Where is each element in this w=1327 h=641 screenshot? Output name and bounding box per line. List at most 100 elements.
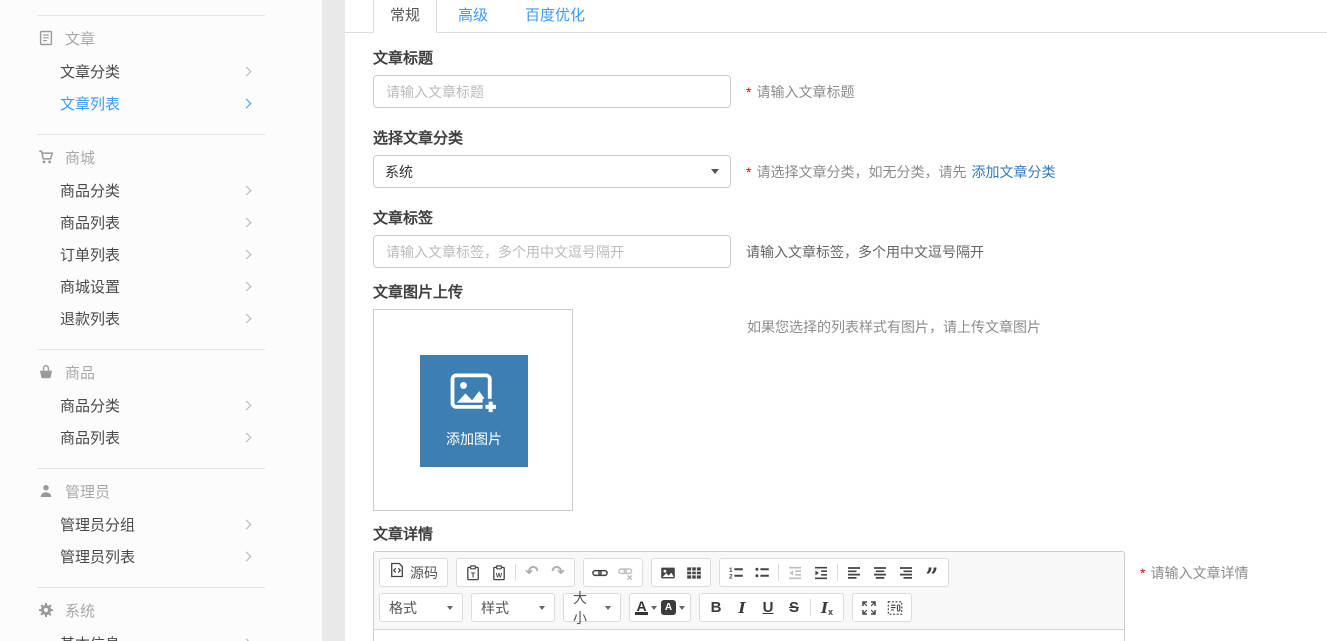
link-group: [583, 558, 643, 587]
color-group: A A: [629, 593, 691, 622]
outdent-button[interactable]: [782, 560, 808, 585]
undo-icon: ↶: [525, 565, 538, 581]
table-button[interactable]: [681, 560, 707, 585]
sidebar-item-goods-list[interactable]: 商品列表: [0, 206, 322, 238]
background-color-icon: A: [661, 600, 676, 615]
remove-format-button[interactable]: Ix: [814, 595, 840, 620]
sidebar-item-order-list[interactable]: 订单列表: [0, 238, 322, 270]
blockquote-button[interactable]: ”: [919, 560, 945, 585]
sidebar-group-admin: 管理员 管理员分组 管理员列表: [0, 474, 322, 572]
svg-text:2: 2: [729, 573, 733, 580]
sidebar-item-label: 订单列表: [60, 244, 120, 265]
background-color-button[interactable]: A: [659, 595, 687, 620]
styles-dropdown[interactable]: 样式: [471, 593, 555, 622]
toolbar-separator: [837, 564, 838, 581]
chevron-right-icon: [242, 400, 252, 410]
article-title-input[interactable]: [373, 75, 731, 108]
chevron-right-icon: [242, 185, 252, 195]
underline-button[interactable]: U: [755, 595, 781, 620]
sidebar-item-product-list[interactable]: 商品列表: [0, 421, 322, 453]
link-button[interactable]: [587, 560, 613, 585]
chevron-right-icon: [242, 249, 252, 259]
strikethrough-button[interactable]: S: [781, 595, 807, 620]
source-button-label: 源码: [410, 563, 438, 583]
size-dropdown-label: 大小: [573, 588, 599, 628]
sidebar-group-header-product[interactable]: 商品: [0, 355, 322, 389]
article-title-label: 文章标题: [373, 50, 1327, 68]
sidebar-group-header-admin[interactable]: 管理员: [0, 474, 322, 508]
paste-as-text-button[interactable]: T: [460, 560, 486, 585]
align-left-button[interactable]: [841, 560, 867, 585]
sidebar-item-article-list[interactable]: 文章列表: [0, 87, 322, 119]
tab-baidu-seo[interactable]: 百度优化: [509, 0, 601, 32]
article-tags-label: 文章标签: [373, 210, 1327, 228]
sidebar-item-admin-group[interactable]: 管理员分组: [0, 508, 322, 540]
required-asterisk: *: [746, 84, 751, 100]
sidebar-group-product: 商品 商品分类 商品列表: [0, 355, 322, 453]
editor-content-area[interactable]: [374, 630, 1124, 641]
align-right-button[interactable]: [893, 560, 919, 585]
sidebar-item-refund-list[interactable]: 退款列表: [0, 302, 322, 334]
article-form: 文章标题 *请输入文章标题 选择文章分类 系统 *请选择文章分类，如无分类，请先…: [345, 50, 1327, 641]
sidebar-group-header-mall[interactable]: 商城: [0, 140, 322, 174]
article-tags-input[interactable]: [373, 235, 731, 268]
tab-label: 百度优化: [525, 7, 585, 24]
text-color-icon: A: [635, 600, 647, 615]
format-dropdown[interactable]: 格式: [379, 593, 463, 622]
rich-text-editor: 源码 T W ↶ ↷: [373, 551, 1125, 641]
required-asterisk: *: [1140, 565, 1145, 581]
paste-from-word-button[interactable]: W: [486, 560, 512, 585]
sidebar-group-header-article[interactable]: 文章: [0, 21, 322, 55]
toolbar-separator: [778, 564, 779, 581]
editor-toolbar-row-2: 格式 样式 大小: [379, 590, 1119, 625]
numbered-list-button[interactable]: 12: [723, 560, 749, 585]
sidebar-item-label: 文章分类: [60, 61, 120, 82]
article-category-select[interactable]: 系统: [373, 155, 731, 188]
add-image-icon: [450, 373, 498, 420]
source-button[interactable]: 源码: [379, 558, 448, 587]
sidebar-group-label: 商城: [65, 147, 95, 168]
sidebar-group-article: 文章 文章分类 文章列表: [0, 21, 322, 119]
sidebar-item-product-category[interactable]: 商品分类: [0, 389, 322, 421]
add-image-button[interactable]: 添加图片: [420, 355, 528, 467]
editor-toolbar: 源码 T W ↶ ↷: [374, 552, 1124, 630]
redo-icon: ↷: [551, 565, 564, 581]
size-dropdown[interactable]: 大小: [563, 593, 621, 622]
unlink-button[interactable]: [613, 560, 639, 585]
bulleted-list-button[interactable]: [749, 560, 775, 585]
gear-icon: [37, 602, 54, 619]
chevron-right-icon: [242, 66, 252, 76]
image-button[interactable]: [655, 560, 681, 585]
caret-down-icon: [679, 606, 685, 610]
source-code-icon: [389, 562, 405, 583]
align-center-button[interactable]: [867, 560, 893, 585]
tab-advanced[interactable]: 高级: [442, 0, 504, 32]
italic-button[interactable]: I: [729, 595, 755, 620]
caret-down-icon: [539, 606, 545, 610]
remove-format-icon: I: [821, 599, 828, 617]
chevron-right-icon: [242, 313, 252, 323]
show-blocks-button[interactable]: [882, 595, 908, 620]
toolbar-separator: [515, 564, 516, 581]
add-image-button-label: 添加图片: [446, 429, 502, 449]
bold-button[interactable]: B: [703, 595, 729, 620]
chevron-right-icon: [242, 432, 252, 442]
text-color-button[interactable]: A: [633, 595, 659, 620]
add-article-category-link[interactable]: 添加文章分类: [971, 162, 1055, 182]
maximize-button[interactable]: [856, 595, 882, 620]
sidebar-item-goods-category[interactable]: 商品分类: [0, 174, 322, 206]
indent-button[interactable]: [808, 560, 834, 585]
image-upload-box: 添加图片: [373, 309, 573, 511]
sidebar-group-label: 管理员: [65, 481, 110, 502]
undo-button[interactable]: ↶: [519, 560, 545, 585]
tab-general[interactable]: 常规: [373, 0, 437, 33]
sidebar-divider: [37, 349, 265, 350]
note-text: 请输入文章详情: [1150, 563, 1248, 583]
sidebar-group-header-system[interactable]: 系统: [0, 593, 322, 627]
sidebar-item-article-category[interactable]: 文章分类: [0, 55, 322, 87]
sidebar-item-mall-settings[interactable]: 商城设置: [0, 270, 322, 302]
sidebar-item-admin-list[interactable]: 管理员列表: [0, 540, 322, 572]
redo-button[interactable]: ↷: [545, 560, 571, 585]
tab-bar: 常规 高级 百度优化: [345, 0, 1327, 33]
sidebar-item-basic-info[interactable]: 基本信息: [0, 627, 322, 641]
